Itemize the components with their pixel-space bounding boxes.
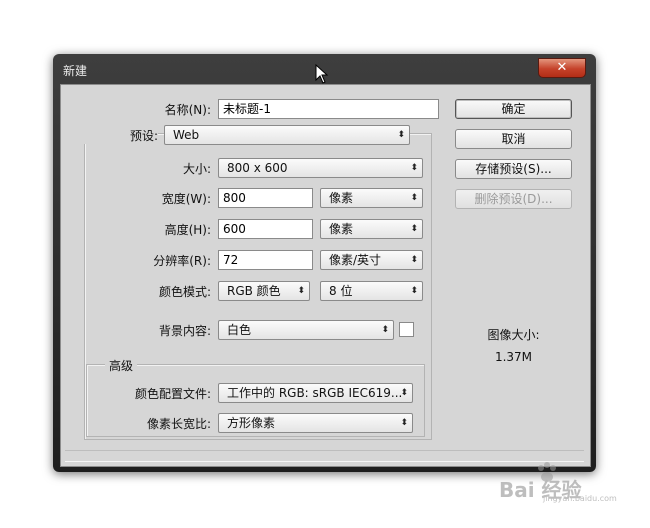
color-profile-select[interactable]: 工作中的 RGB: sRGB IEC619... ⬍ [218, 383, 413, 403]
preset-label: 预设: [66, 127, 158, 144]
delete-preset-button: 删除预设(D)... [455, 189, 572, 209]
baidu-watermark: Bai 经验 jingyan.baidu.com [495, 462, 635, 503]
advanced-group-title: 高级 [105, 357, 138, 374]
resolution-unit-value: 像素/英寸 [329, 253, 382, 267]
name-input[interactable]: 未标题-1 [218, 99, 439, 119]
background-select[interactable]: 白色 ⬍ [218, 320, 394, 340]
dropdown-arrow-icon: ⬍ [400, 388, 408, 398]
height-unit-value: 像素 [329, 222, 354, 236]
background-value: 白色 [227, 323, 252, 337]
cancel-button[interactable]: 取消 [455, 129, 572, 149]
height-label: 高度(H): [164, 223, 211, 237]
size-select-value: 800 x 600 [227, 161, 288, 175]
image-size-label: 图像大小: [487, 328, 540, 342]
mouse-cursor-icon [315, 64, 329, 84]
close-button[interactable]: ✕ [538, 58, 586, 78]
image-size-value: 1.37M [494, 350, 533, 364]
pixel-aspect-label: 像素长宽比: [146, 417, 211, 431]
dropdown-arrow-icon: ⬍ [410, 224, 418, 234]
resolution-input[interactable]: 72 [218, 250, 313, 270]
ok-button[interactable]: 确定 [455, 99, 572, 119]
color-profile-label: 颜色配置文件: [134, 387, 211, 401]
width-input[interactable]: 800 [218, 188, 313, 208]
resolution-label: 分辨率(R): [153, 254, 211, 268]
size-label: 大小: [182, 162, 211, 176]
name-label: 名称(N): [164, 103, 211, 117]
bottom-divider [65, 450, 584, 462]
dropdown-arrow-icon: ⬍ [397, 130, 405, 140]
color-mode-select[interactable]: RGB 颜色 ⬍ [218, 281, 310, 301]
width-unit-select[interactable]: 像素 ⬍ [320, 188, 423, 208]
dropdown-arrow-icon: ⬍ [410, 255, 418, 265]
color-mode-value: RGB 颜色 [227, 284, 281, 298]
watermark-subtext: jingyan.baidu.com [543, 494, 617, 503]
width-label: 宽度(W): [161, 192, 211, 206]
size-select[interactable]: 800 x 600 ⬍ [218, 158, 423, 178]
height-input[interactable]: 600 [218, 219, 313, 239]
preset-select-value: Web [173, 128, 200, 142]
height-unit-select[interactable]: 像素 ⬍ [320, 219, 423, 239]
background-color-swatch[interactable] [399, 322, 414, 337]
dialog-title: 新建 [63, 64, 88, 78]
resolution-unit-select[interactable]: 像素/英寸 ⬍ [320, 250, 423, 270]
width-unit-value: 像素 [329, 191, 354, 205]
color-profile-value: 工作中的 RGB: sRGB IEC619... [227, 386, 403, 400]
dropdown-arrow-icon: ⬍ [381, 325, 389, 335]
pixel-aspect-select[interactable]: 方形像素 ⬍ [218, 413, 413, 433]
bit-depth-select[interactable]: 8 位 ⬍ [320, 281, 423, 301]
color-mode-label: 颜色模式: [158, 285, 211, 299]
background-label: 背景内容: [158, 324, 211, 338]
preset-select[interactable]: Web ⬍ [164, 125, 410, 145]
new-document-dialog: 新建 ✕ 名称(N): 未标题-1 预设: Web ⬍ 大小: 800 x 60… [53, 54, 596, 472]
save-preset-button[interactable]: 存储预设(S)... [455, 159, 572, 179]
dropdown-arrow-icon: ⬍ [410, 286, 418, 296]
dropdown-arrow-icon: ⬍ [400, 418, 408, 428]
dropdown-arrow-icon: ⬍ [410, 163, 418, 173]
pixel-aspect-value: 方形像素 [227, 416, 276, 430]
dropdown-arrow-icon: ⬍ [297, 286, 305, 296]
bit-depth-value: 8 位 [329, 284, 353, 298]
dialog-body: 名称(N): 未标题-1 预设: Web ⬍ 大小: 800 x 600 ⬍ 宽… [60, 84, 591, 467]
dropdown-arrow-icon: ⬍ [410, 193, 418, 203]
